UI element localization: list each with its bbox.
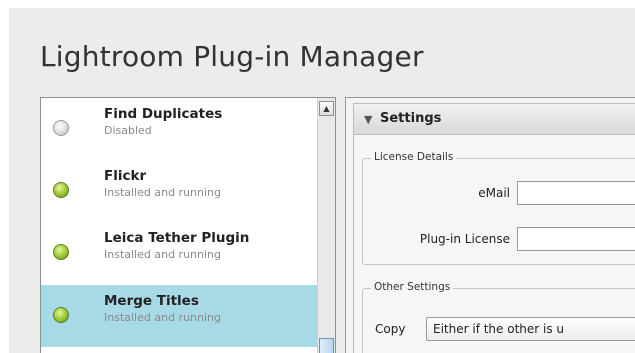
settings-body: License Details eMail Plug-in License Ot… — [353, 135, 635, 353]
license-details-group: License Details eMail Plug-in License — [362, 151, 635, 265]
copy-label: Copy — [375, 322, 406, 336]
scroll-up-arrow-icon[interactable]: ▲ — [319, 101, 334, 116]
scroll-thumb[interactable] — [319, 338, 334, 353]
list-item-merge-titles[interactable]: Merge Titles Installed and running — [41, 285, 317, 347]
settings-title: Settings — [380, 111, 442, 126]
plugin-name: Find Duplicates — [104, 106, 223, 122]
list-item-find-duplicates[interactable]: Find Duplicates Disabled — [41, 98, 317, 160]
list-item-flickr[interactable]: Flickr Installed and running — [41, 160, 317, 222]
page-title: Lightroom Plug-in Manager — [40, 40, 424, 73]
settings-section-header[interactable]: ▼ Settings — [353, 103, 635, 135]
email-label: eMail — [478, 186, 510, 200]
plugin-status: Installed and running — [104, 311, 221, 324]
plugin-license-label: Plug-in License — [419, 232, 510, 246]
status-dot-icon — [53, 307, 69, 323]
plugin-name: Merge Titles — [104, 293, 199, 309]
plugin-status: Installed and running — [104, 186, 221, 199]
license-details-legend: License Details — [371, 151, 457, 163]
other-settings-legend: Other Settings — [371, 281, 454, 293]
status-dot-icon — [53, 244, 69, 260]
list-item-leica-tether[interactable]: Leica Tether Plugin Installed and runnin… — [41, 222, 317, 284]
other-settings-group: Other Settings Copy Either if the other … — [362, 281, 635, 353]
settings-panel: ▼ Settings License Details eMail Plug-in… — [345, 97, 635, 353]
status-dot-icon — [53, 120, 69, 136]
copy-select[interactable]: Either if the other is u — [426, 317, 635, 341]
plugin-status: Disabled — [104, 124, 152, 137]
disclosure-triangle-icon[interactable]: ▼ — [364, 113, 372, 126]
email-field[interactable] — [517, 181, 635, 205]
list-scrollbar[interactable]: ▲ — [317, 98, 335, 353]
plugin-list[interactable]: Find Duplicates Disabled Flickr Installe… — [40, 97, 336, 353]
plugin-license-field[interactable] — [517, 227, 635, 251]
plugin-name: Leica Tether Plugin — [104, 230, 250, 246]
status-dot-icon — [53, 182, 69, 198]
plugin-status: Installed and running — [104, 248, 221, 261]
plugin-name: Flickr — [104, 168, 147, 184]
